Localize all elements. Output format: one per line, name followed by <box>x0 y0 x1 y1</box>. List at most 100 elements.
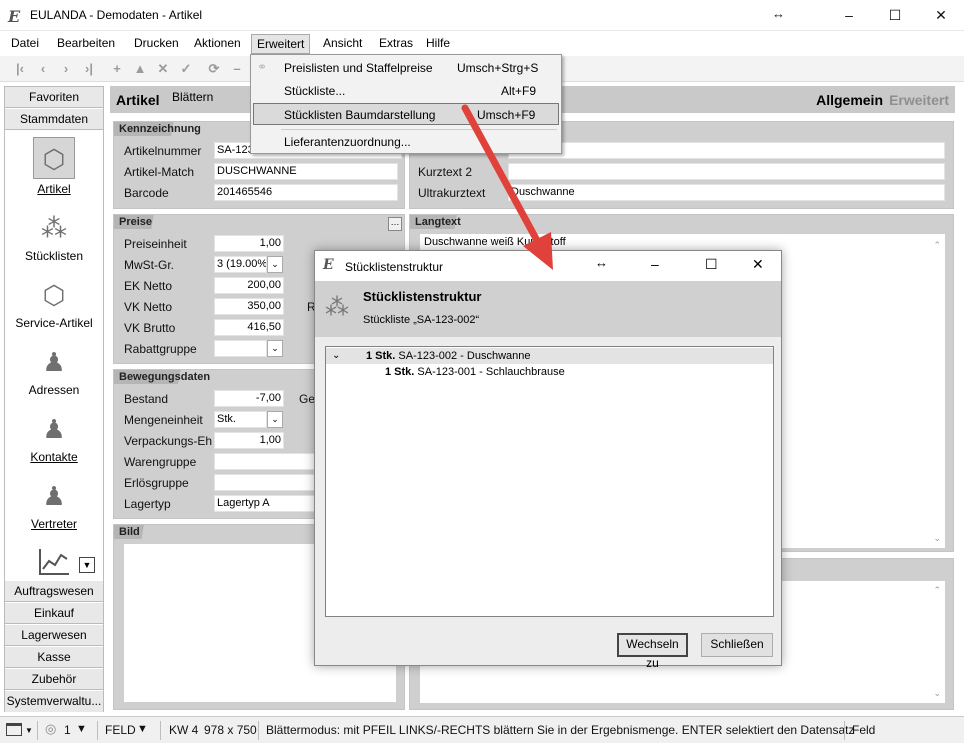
page-indicator: 1 <box>64 723 71 737</box>
cubes-icon: ⁂ <box>41 213 67 243</box>
calendar-week: KW 4 <box>169 723 199 737</box>
ek-netto-field[interactable]: 200,00 <box>214 277 284 294</box>
up-icon[interactable]: ▲ <box>130 59 150 79</box>
nav-item-stuecklisten[interactable]: ⁂ Stücklisten <box>5 211 103 277</box>
close-button[interactable]: ✕ <box>918 0 964 31</box>
cube-icon: ⬡ <box>42 280 66 310</box>
nav-tab-stammdaten[interactable]: Stammdaten <box>5 109 103 130</box>
confirm-icon[interactable]: ✓ <box>176 59 196 79</box>
next-record-icon[interactable]: › <box>56 59 76 79</box>
nav-item-vertreter[interactable]: ♟ Vertreter <box>5 479 103 545</box>
nav-item-kontakte[interactable]: ♟ Kontakte <box>5 412 103 478</box>
menu-hilfe[interactable]: Hilfe <box>421 35 455 53</box>
chevron-down-icon[interactable]: ⌄ <box>267 411 283 428</box>
scroll-down-icon[interactable]: ⌄ <box>933 533 941 544</box>
vk-netto-field[interactable]: 350,00 <box>214 298 284 315</box>
panel-title: Preise <box>114 215 168 229</box>
kurztext1-field[interactable]: nne <box>508 142 945 159</box>
nav-item-service-artikel[interactable]: ⬡ Service-Artikel <box>5 278 103 344</box>
cube-icon: ⬡ <box>42 144 66 174</box>
mode-label: Blättern <box>172 90 214 104</box>
chevron-down-icon[interactable]: ▼ <box>25 726 33 735</box>
nav-tab-einkauf[interactable]: Einkauf <box>5 603 103 624</box>
close-button[interactable]: ✕ <box>752 256 764 273</box>
status-field: Feld <box>852 723 876 737</box>
label-warengruppe: Warengruppe <box>124 455 197 469</box>
remove-icon[interactable]: – <box>227 59 247 79</box>
nav-tab-kasse[interactable]: Kasse <box>5 647 103 668</box>
maximize-button[interactable]: ☐ <box>705 256 718 273</box>
label-rabattgruppe: Rabattgruppe <box>124 342 197 356</box>
label-kurztext2: Kurztext 2 <box>418 165 473 179</box>
minimize-button[interactable]: – <box>651 256 659 272</box>
refresh-icon[interactable]: ⟳ <box>204 59 224 79</box>
panel-title: Bewegungsdaten <box>114 370 210 384</box>
cancel-icon[interactable]: ✕ <box>153 59 173 79</box>
menu-erweitert[interactable]: Erweitert <box>251 34 311 54</box>
maximize-button[interactable]: ☐ <box>872 0 918 31</box>
menu-drucken[interactable]: Drucken <box>129 35 184 53</box>
scroll-down-icon[interactable]: ⌄ <box>933 688 941 699</box>
scroll-up-icon[interactable]: ⌃ <box>933 585 941 596</box>
chevron-down-icon[interactable]: ⌄ <box>332 348 340 364</box>
menu-item-preislisten[interactable]: Preislisten und Staffelpreise Umsch+Strg+… <box>253 57 559 79</box>
tree-row[interactable]: 1 Stk. SA-123-001 - Schlauchbrause <box>326 364 773 380</box>
chevron-down-icon[interactable]: ▼ <box>76 723 87 735</box>
menu-item-stueckliste[interactable]: Stückliste... Alt+F9 <box>253 80 559 102</box>
add-icon[interactable]: + <box>107 59 127 79</box>
rabattgruppe-select[interactable] <box>214 340 267 357</box>
menu-item-lieferantenzuordnung[interactable]: Lieferantenzuordnung... <box>253 131 559 153</box>
tree-row[interactable]: ⌄ 1 Stk. SA-123-002 - Duschwanne <box>326 348 773 364</box>
preiseinheit-field[interactable]: 1,00 <box>214 235 284 252</box>
switch-to-button[interactable]: Wechseln zu <box>617 633 688 670</box>
label-preiseinheit: Preiseinheit <box>124 237 187 251</box>
dialog-title: Stücklistenstruktur <box>345 260 444 274</box>
close-dialog-button[interactable]: Schließen <box>701 633 773 657</box>
menu-aktionen[interactable]: Aktionen <box>189 35 246 53</box>
menu-item-stuecklisten-baum[interactable]: Stücklisten Baumdarstellung Umsch+F9 <box>253 103 559 125</box>
kurztext2-field[interactable] <box>508 163 945 180</box>
verpackungseinheit-field[interactable]: 1,00 <box>214 432 284 449</box>
nav-item-adressen[interactable]: ♟ Adressen <box>5 345 103 411</box>
menu-datei[interactable]: Datei <box>6 35 44 53</box>
resize-arrows-icon: ↔ <box>595 255 608 270</box>
mengeneinheit-select[interactable]: Stk. <box>214 411 267 428</box>
chevron-down-icon[interactable]: ▼ <box>79 557 95 573</box>
chevron-down-icon[interactable]: ▼ <box>137 723 148 735</box>
mwst-select[interactable]: 3 (19.00%) <box>214 256 267 273</box>
panel-title: Bild <box>114 525 154 539</box>
menu-bearbeiten[interactable]: Bearbeiten <box>52 35 120 53</box>
nav-tab-zubehoer[interactable]: Zubehör <box>5 669 103 690</box>
window-icon[interactable] <box>6 723 22 736</box>
bestand-field[interactable]: -7,00 <box>214 390 284 407</box>
first-record-icon[interactable]: |‹ <box>10 59 30 79</box>
more-button[interactable]: … <box>388 217 402 231</box>
menu-extras[interactable]: Extras <box>374 35 418 53</box>
scroll-up-icon[interactable]: ⌃ <box>933 240 941 251</box>
tree-view[interactable]: ⌄ 1 Stk. SA-123-002 - Duschwanne 1 Stk. … <box>325 346 774 617</box>
nav-tab-favoriten[interactable]: Favoriten <box>5 87 103 108</box>
left-navigation: Favoriten Stammdaten ⬡ Artikel ⁂ Stückli… <box>4 86 104 712</box>
last-record-icon[interactable]: ›| <box>79 59 99 79</box>
nav-tab-systemverwaltung[interactable]: Systemverwaltu... <box>5 691 103 712</box>
nav-tab-lagerwesen[interactable]: Lagerwesen <box>5 625 103 646</box>
stuecklisten-dialog: E Stücklistenstruktur ↔ – ☐ ✕ ⁂ Stücklis… <box>314 250 782 670</box>
panel-title: Langtext <box>410 215 474 229</box>
title-bar: E EULANDA - Demodaten - Artikel ↔ – ☐ ✕ <box>0 0 964 31</box>
tab-erweitert[interactable]: Erweitert <box>889 92 949 108</box>
minimize-button[interactable]: – <box>826 0 872 31</box>
feld-dropdown[interactable]: FELD <box>105 723 136 737</box>
ultrakurztext-field[interactable]: Duschwanne <box>508 184 945 201</box>
chart-icon[interactable] <box>39 549 69 575</box>
nav-tab-auftragswesen[interactable]: Auftragswesen <box>5 581 103 602</box>
menu-ansicht[interactable]: Ansicht <box>318 35 367 53</box>
barcode-field[interactable]: 201465546 <box>214 184 398 201</box>
tab-allgemein[interactable]: Allgemein <box>816 92 883 108</box>
artikel-match-field[interactable]: DUSCHWANNE <box>214 163 398 180</box>
menu-separator <box>281 129 557 130</box>
vk-brutto-field[interactable]: 416,50 <box>214 319 284 336</box>
chevron-down-icon[interactable]: ⌄ <box>267 256 283 273</box>
prev-record-icon[interactable]: ‹ <box>33 59 53 79</box>
chevron-down-icon[interactable]: ⌄ <box>267 340 283 357</box>
nav-item-artikel[interactable]: ⬡ Artikel <box>5 137 103 203</box>
